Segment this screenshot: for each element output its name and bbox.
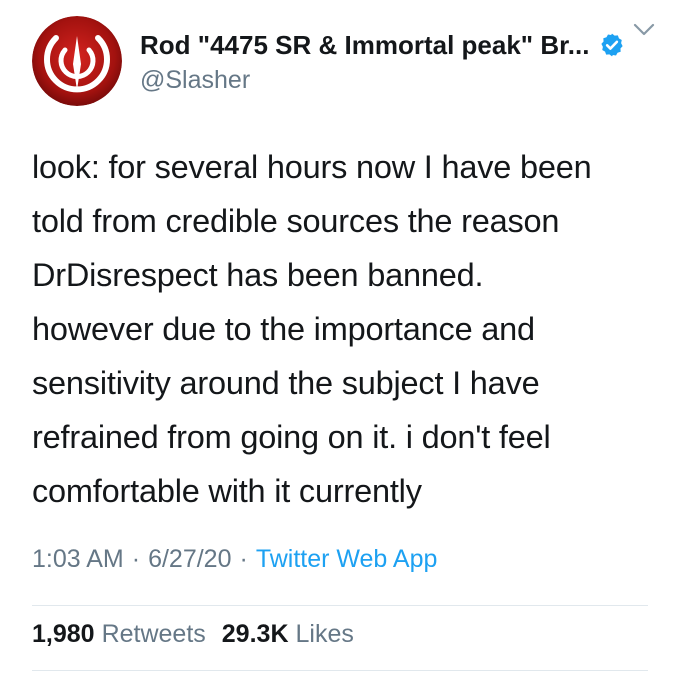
- tweet-source-link[interactable]: Twitter Web App: [256, 545, 438, 574]
- verified-badge-icon: [599, 32, 625, 58]
- retweets-count: 1,980: [32, 620, 95, 648]
- divider: [32, 670, 648, 671]
- tweet-text-line: refrained from going on it. i don't feel: [32, 419, 551, 455]
- avatar[interactable]: [32, 16, 122, 106]
- retweets-label: Retweets: [101, 620, 206, 648]
- tweet-meta: 1:03 AM · 6/27/20 · Twitter Web App: [32, 545, 437, 574]
- retweets-stat[interactable]: 1,980 Retweets: [32, 620, 206, 649]
- meta-separator: ·: [239, 545, 248, 573]
- divider: [32, 605, 648, 606]
- tweet-text-line: sensitivity around the subject I have: [32, 365, 540, 401]
- quake-logo-icon: [32, 16, 122, 106]
- author-name-row: Rod "4475 SR & Immortal peak" Br...: [140, 28, 625, 62]
- meta-separator: ·: [131, 545, 141, 573]
- tweet-stats: 1,980 Retweets 29.3K Likes: [32, 620, 354, 649]
- tweet-date[interactable]: 6/27/20: [148, 545, 231, 574]
- tweet-card: Rod "4475 SR & Immortal peak" Br... @Sla…: [0, 0, 680, 682]
- author-handle[interactable]: @Slasher: [140, 66, 250, 95]
- tweet-text-line: DrDisrespect has been banned.: [32, 257, 484, 293]
- likes-count: 29.3K: [221, 620, 289, 648]
- tweet-text-line: look: for several hours now I have been: [32, 149, 592, 185]
- tweet-text-line: however due to the importance and: [32, 311, 535, 347]
- chevron-down-icon[interactable]: [632, 22, 656, 38]
- tweet-header: Rod "4475 SR & Immortal peak" Br... @Sla…: [32, 16, 662, 106]
- tweet-text-line: comfortable with it currently: [32, 473, 422, 509]
- author-display-name[interactable]: Rod "4475 SR & Immortal peak" Br...: [140, 30, 589, 61]
- tweet-text-line: told from credible sources the reason: [32, 203, 560, 239]
- likes-label: Likes: [295, 620, 354, 648]
- tweet-time[interactable]: 1:03 AM: [32, 545, 124, 574]
- likes-stat[interactable]: 29.3K Likes: [222, 620, 354, 649]
- tweet-text: look: for several hours now I have been …: [32, 140, 652, 518]
